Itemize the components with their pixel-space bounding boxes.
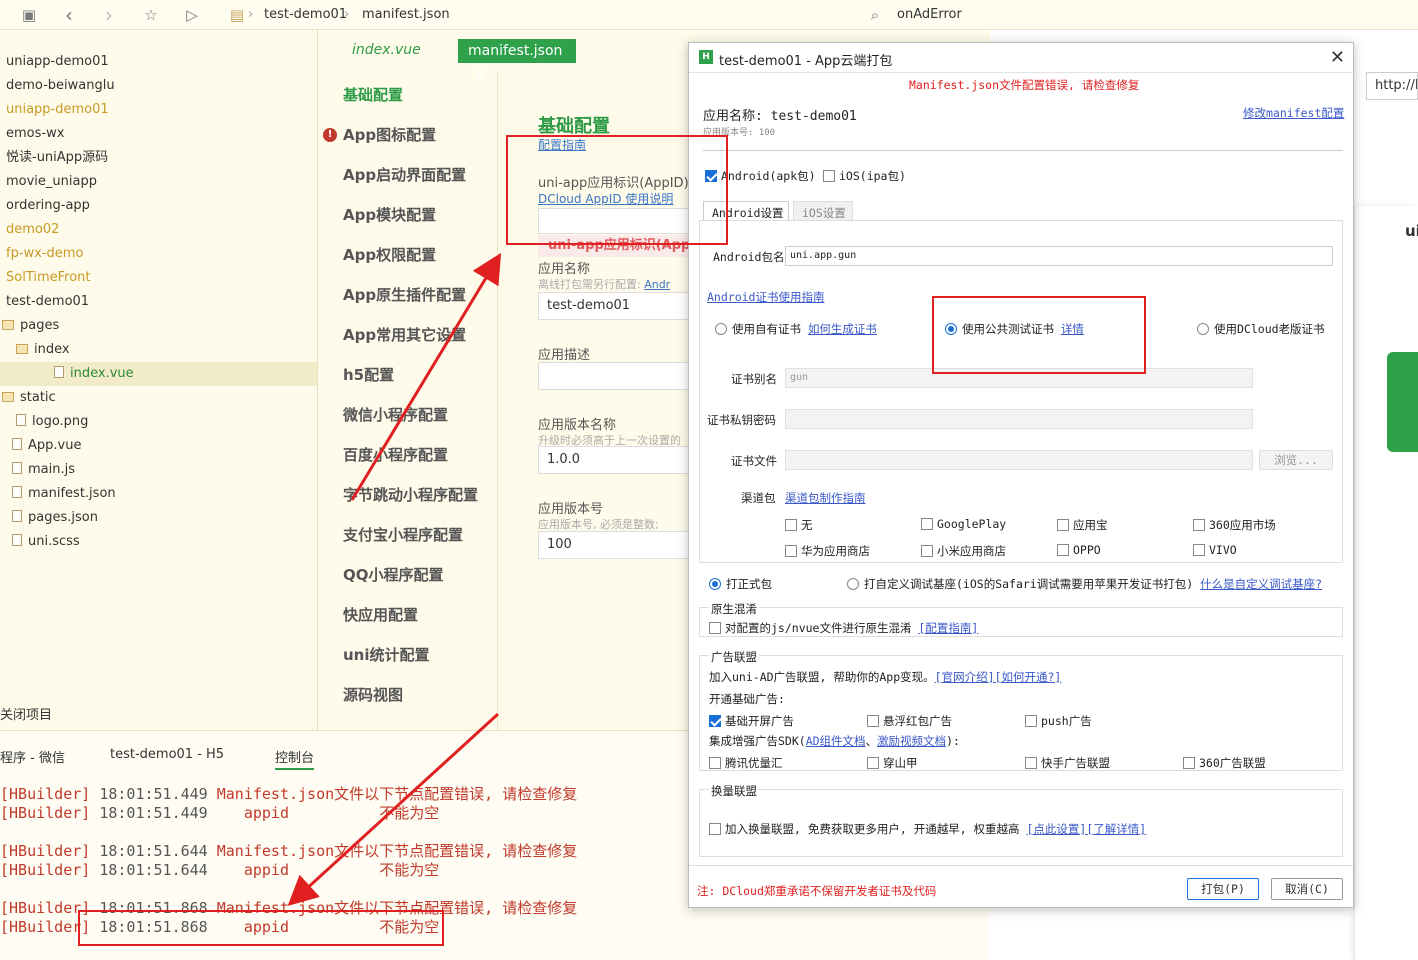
arrow-up xyxy=(350,252,502,501)
arrow-down xyxy=(287,712,500,907)
annotation-arrows xyxy=(287,252,502,907)
